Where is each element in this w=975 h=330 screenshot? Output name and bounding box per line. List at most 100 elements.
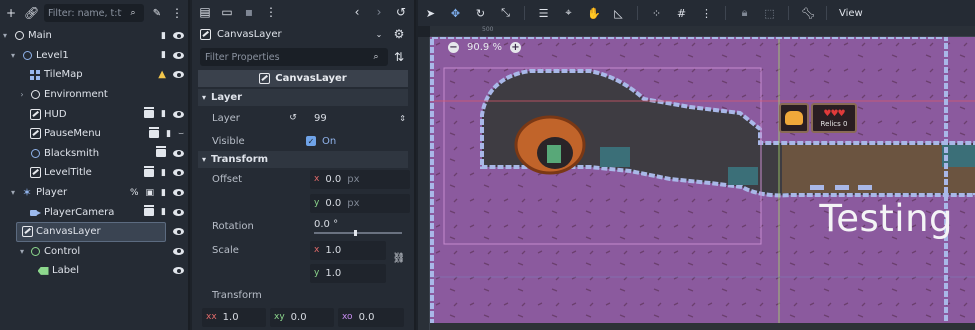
slider-track[interactable] bbox=[314, 229, 402, 236]
new-resource-icon[interactable]: ▤ bbox=[198, 5, 212, 19]
tree-row-control[interactable]: ▾ Control bbox=[0, 242, 188, 262]
rotate-tool-icon[interactable]: ↻ bbox=[474, 7, 487, 20]
node-settings-icon[interactable]: ▣ bbox=[146, 188, 155, 198]
tree-row-pausemenu[interactable]: PauseMenu ▮ ⌣ bbox=[0, 124, 188, 144]
visibility-eye-icon[interactable] bbox=[173, 149, 184, 157]
more-options-icon[interactable]: ⋮ bbox=[700, 7, 713, 20]
pivot-tool-icon[interactable]: ⌖ bbox=[562, 6, 575, 20]
visibility-eye-icon[interactable] bbox=[173, 267, 184, 275]
tree-row-environment[interactable]: › Environment bbox=[0, 85, 188, 105]
list-select-icon[interactable]: ☰ bbox=[537, 7, 550, 20]
chevron-down-icon[interactable]: ⌄ bbox=[372, 30, 386, 39]
more-options-icon[interactable]: ⋮ bbox=[264, 5, 278, 19]
transform-xy-field[interactable]: xy 0.0 bbox=[270, 307, 334, 327]
zoom-in-button[interactable]: + bbox=[509, 42, 521, 53]
expand-arrow-icon[interactable]: › bbox=[17, 90, 27, 99]
open-scene-icon[interactable] bbox=[149, 126, 160, 138]
script-icon[interactable]: ▮ bbox=[161, 50, 166, 60]
open-scene-icon[interactable] bbox=[144, 165, 155, 177]
view-menu[interactable]: View bbox=[839, 8, 863, 19]
visibility-eye-icon[interactable] bbox=[173, 32, 184, 40]
save-icon[interactable]: ▪ bbox=[242, 5, 256, 19]
visibility-eye-icon[interactable] bbox=[173, 169, 184, 177]
scale-y-field[interactable]: y 1.0 bbox=[310, 263, 386, 283]
checkbox-checked-icon[interactable]: ✓ bbox=[306, 136, 316, 146]
script-icon[interactable]: ▮ bbox=[161, 31, 166, 41]
history-icon[interactable]: ↺ bbox=[394, 5, 408, 19]
history-back-icon[interactable]: ‹ bbox=[350, 5, 364, 19]
visibility-eye-icon[interactable] bbox=[173, 71, 184, 79]
script-icon[interactable]: ▮ bbox=[166, 129, 171, 139]
collapse-arrow-icon[interactable]: ▾ bbox=[8, 51, 18, 60]
visibility-eye-icon[interactable] bbox=[173, 208, 184, 216]
property-filter-input[interactable] bbox=[205, 51, 365, 63]
tree-row-tilemap[interactable]: TileMap ▲ bbox=[0, 65, 188, 85]
game-scene[interactable] bbox=[430, 37, 975, 330]
pan-tool-icon[interactable]: ✋ bbox=[587, 7, 601, 20]
select-tool-icon[interactable]: ➤ bbox=[424, 7, 437, 20]
visibility-eye-icon[interactable] bbox=[173, 110, 184, 118]
link-scale-icon[interactable]: ⛓︎ bbox=[392, 253, 406, 264]
open-scene-icon[interactable] bbox=[144, 205, 155, 217]
tree-row-player[interactable]: ▾ ✶ Player % ▣ ▮ bbox=[0, 183, 188, 203]
scene-filter[interactable]: ⌕ bbox=[44, 4, 144, 22]
transform-xx-field[interactable]: xx 1.0 bbox=[202, 307, 266, 327]
rotation-slider[interactable]: 0.0 ° bbox=[310, 217, 410, 236]
slider-grabber[interactable] bbox=[354, 229, 357, 236]
group-icon[interactable]: ⬚ bbox=[763, 7, 776, 20]
attach-script-icon[interactable]: ✎ bbox=[150, 8, 164, 19]
revert-icon[interactable]: ↺ bbox=[286, 113, 300, 123]
section-layer[interactable]: ▾ Layer bbox=[198, 89, 408, 106]
visible-checkbox[interactable]: ✓ On bbox=[302, 132, 362, 151]
bone-tool-icon[interactable]: 🦴︎ bbox=[801, 7, 815, 20]
lock-icon[interactable]: 🔒︎ bbox=[738, 6, 751, 20]
collapse-arrow-icon[interactable]: ▾ bbox=[17, 247, 27, 256]
ruler-horizontal[interactable]: 500 bbox=[430, 26, 975, 37]
tree-row-leveltitle[interactable]: LevelTitle ▮ bbox=[0, 163, 188, 183]
tree-row-blacksmith[interactable]: Blacksmith bbox=[0, 144, 188, 164]
grid-snap-icon[interactable]: # bbox=[675, 7, 688, 20]
canvas-viewport[interactable]: ➤ ✥ ↻ ⤡ ☰ ⌖ ✋ ◺ ⁘ # ⋮ 🔒︎ ⬚ 🦴︎ View 500 −… bbox=[418, 0, 975, 330]
filter-options-icon[interactable]: ⇅ bbox=[392, 50, 406, 64]
visibility-eye-icon[interactable] bbox=[173, 189, 184, 197]
tree-row-hud[interactable]: HUD ▮ bbox=[0, 104, 188, 124]
visibility-eye-icon[interactable] bbox=[173, 247, 184, 255]
open-folder-icon[interactable]: ▭ bbox=[220, 5, 234, 19]
transform-xo-field[interactable]: xo 0.0 bbox=[338, 307, 404, 327]
collapse-arrow-icon[interactable]: ▾ bbox=[8, 188, 18, 197]
offset-y-field[interactable]: y 0.0 px bbox=[310, 193, 410, 213]
zoom-level[interactable]: 90.9 % bbox=[467, 42, 502, 53]
tree-row-canvaslayer[interactable]: CanvasLayer bbox=[0, 221, 188, 242]
ruler-tool-icon[interactable]: ◺ bbox=[612, 7, 625, 20]
section-transform[interactable]: ▾ Transform bbox=[198, 151, 408, 168]
history-forward-icon[interactable]: › bbox=[372, 5, 386, 19]
script-icon[interactable]: ▮ bbox=[161, 168, 166, 178]
tree-row-label[interactable]: Label bbox=[0, 261, 188, 281]
tree-row-main[interactable]: ▾ Main ▮ bbox=[0, 26, 188, 46]
scale-tool-icon[interactable]: ⤡ bbox=[499, 6, 512, 20]
script-icon[interactable]: ▮ bbox=[161, 109, 166, 119]
move-tool-icon[interactable]: ✥ bbox=[449, 7, 462, 20]
warning-icon[interactable]: ▲ bbox=[158, 69, 166, 80]
layer-spinbox[interactable]: 99 ⇕ bbox=[310, 109, 410, 128]
script-icon[interactable]: ▮ bbox=[161, 188, 166, 198]
tree-row-level1[interactable]: ▾ Level1 ▮ bbox=[0, 46, 188, 66]
open-scene-icon[interactable] bbox=[156, 146, 166, 158]
offset-x-field[interactable]: x 0.0 px bbox=[310, 169, 410, 189]
visibility-eye-icon[interactable] bbox=[173, 51, 184, 59]
hidden-eye-icon[interactable]: ⌣ bbox=[178, 129, 184, 139]
scale-x-field[interactable]: x 1.0 bbox=[310, 240, 386, 260]
more-options-icon[interactable]: ⋮ bbox=[170, 6, 184, 20]
ruler-vertical[interactable] bbox=[418, 37, 430, 330]
add-node-icon[interactable]: + bbox=[4, 6, 18, 20]
open-scene-icon[interactable] bbox=[144, 107, 155, 119]
unique-name-badge[interactable]: % bbox=[130, 188, 139, 198]
spinner-arrows-icon[interactable]: ⇕ bbox=[399, 114, 406, 123]
smart-snap-icon[interactable]: ⁘ bbox=[650, 7, 663, 20]
link-icon[interactable]: 🔗︎ bbox=[24, 6, 39, 20]
script-icon[interactable]: ▮ bbox=[161, 207, 166, 217]
zoom-out-button[interactable]: − bbox=[448, 42, 459, 53]
visibility-eye-icon[interactable] bbox=[173, 228, 184, 236]
property-filter-box[interactable]: ⌕ bbox=[200, 48, 388, 66]
tree-row-playercamera[interactable]: PlayerCamera ▮ bbox=[0, 202, 188, 222]
